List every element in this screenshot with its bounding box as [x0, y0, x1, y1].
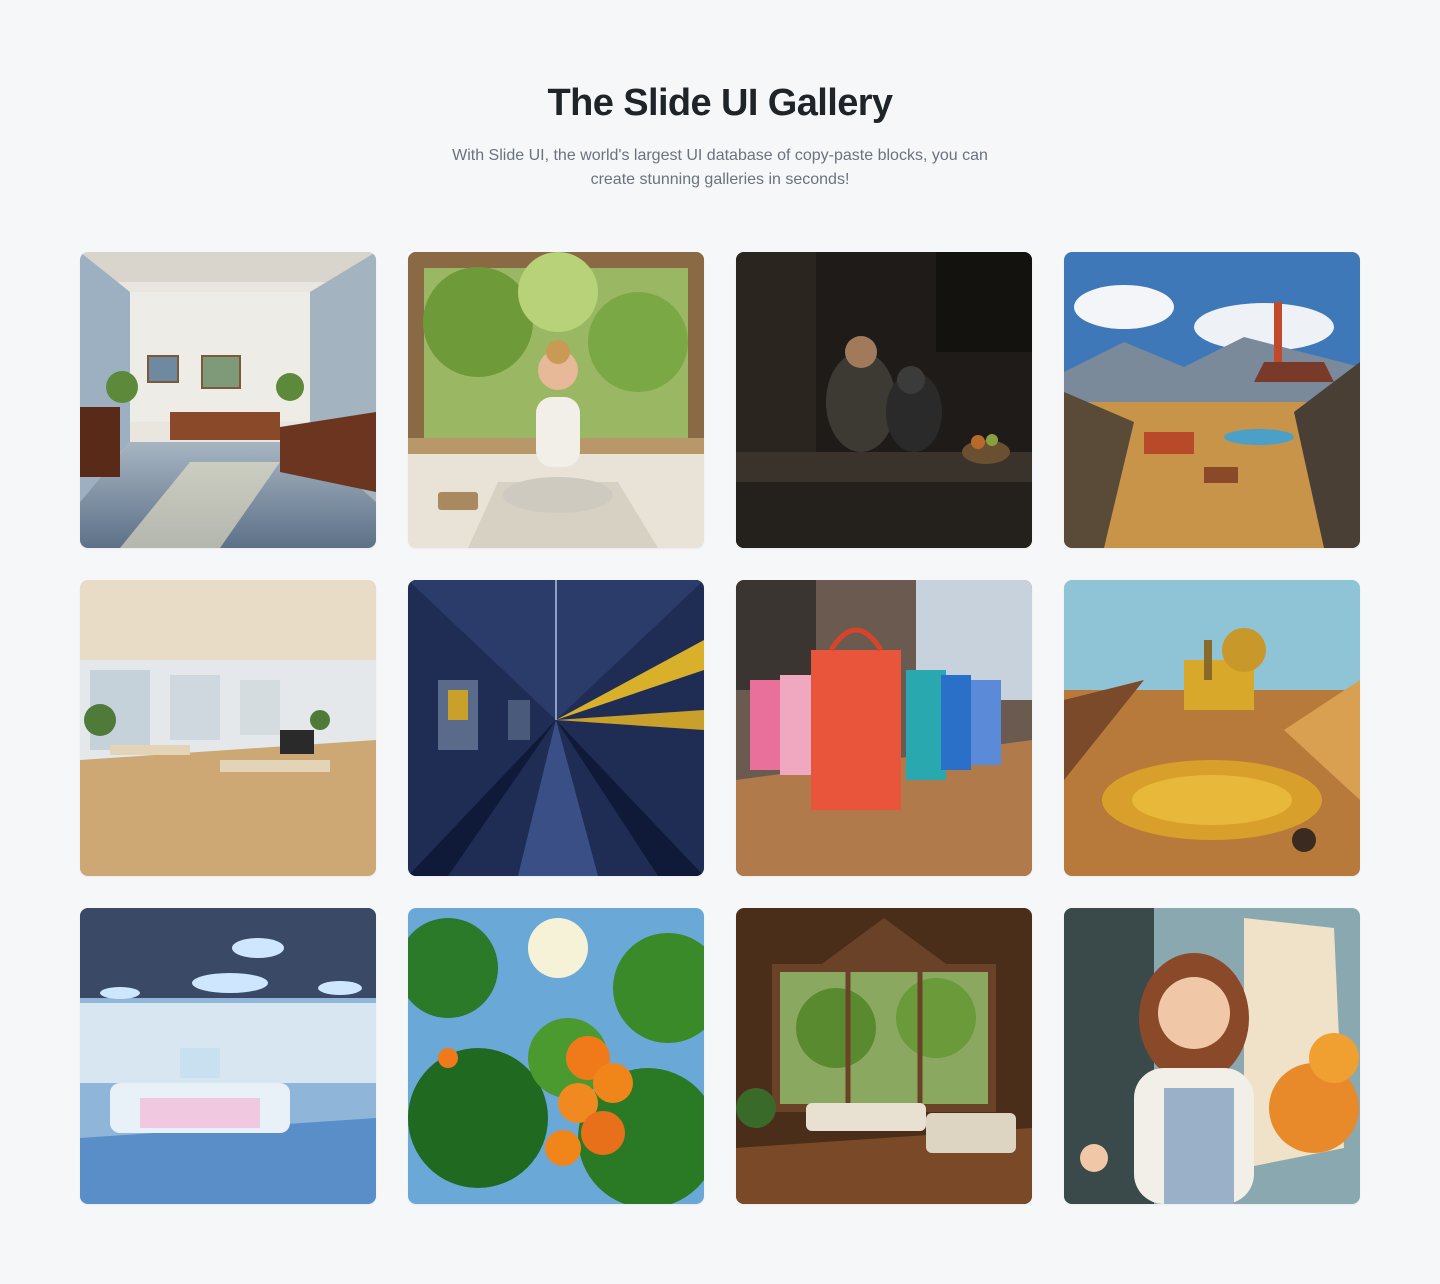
- gallery-item-3[interactable]: [736, 252, 1032, 548]
- gallery-item-5[interactable]: [80, 580, 376, 876]
- factory-assembly-line-image: [408, 580, 704, 876]
- golden-mining-machine-image: [1064, 580, 1360, 876]
- gallery-grid: [80, 252, 1360, 1204]
- gallery-item-1[interactable]: [80, 252, 376, 548]
- man-with-dog-image: [736, 252, 1032, 548]
- gallery-item-7[interactable]: [736, 580, 1032, 876]
- gallery-item-6[interactable]: [408, 580, 704, 876]
- gallery-item-11[interactable]: [736, 908, 1032, 1204]
- sunlit-office-lounge-image: [80, 252, 376, 548]
- gallery-item-10[interactable]: [408, 908, 704, 1204]
- mining-landscape-image: [1064, 252, 1360, 548]
- wooden-cabin-interior-image: [736, 908, 1032, 1204]
- futuristic-lab-image: [80, 908, 376, 1204]
- page-title: The Slide UI Gallery: [547, 82, 894, 124]
- bright-open-office-image: [80, 580, 376, 876]
- smiling-painter-image: [1064, 908, 1360, 1204]
- gallery-item-2[interactable]: [408, 252, 704, 548]
- page-subtitle: With Slide UI, the world's largest UI da…: [452, 147, 988, 188]
- page-header: The Slide UI Gallery With Slide UI, the …: [0, 0, 1440, 192]
- orange-tree-image: [408, 908, 704, 1204]
- woman-meditating-image: [408, 252, 704, 548]
- gallery-item-8[interactable]: [1064, 580, 1360, 876]
- glossy-shopping-bags-image: [736, 580, 1032, 876]
- gallery-item-9[interactable]: [80, 908, 376, 1204]
- gallery-item-4[interactable]: [1064, 252, 1360, 548]
- gallery-item-12[interactable]: [1064, 908, 1360, 1204]
